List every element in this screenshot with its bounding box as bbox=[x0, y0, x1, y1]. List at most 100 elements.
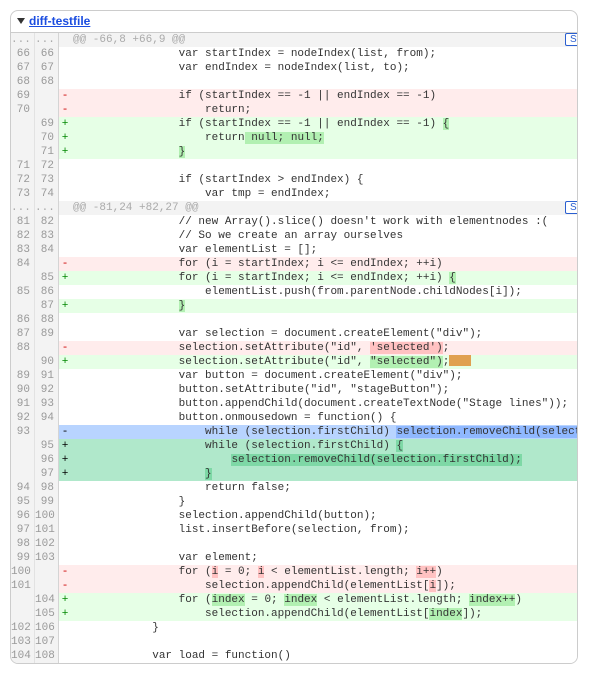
sign bbox=[59, 285, 71, 299]
gutter-old: 92 bbox=[11, 411, 35, 425]
code: } bbox=[71, 467, 577, 481]
diff-line[interactable]: 9193 button.appendChild(document.createT… bbox=[11, 397, 577, 411]
diff-line[interactable]: 102106 } bbox=[11, 621, 577, 635]
diff-scroll[interactable]: ...... @@ -66,8 +66,9 @@StageDiscard6666… bbox=[11, 33, 577, 663]
diff-line[interactable]: 88- selection.setAttribute("id", 'select… bbox=[11, 341, 577, 355]
gutter-old: 68 bbox=[11, 75, 35, 89]
gutter-new: 98 bbox=[35, 481, 59, 495]
gutter-new: 102 bbox=[35, 537, 59, 551]
hunk-header: ...... @@ -66,8 +66,9 @@StageDiscard bbox=[11, 33, 577, 47]
diff-line[interactable]: 104108 var load = function() bbox=[11, 649, 577, 663]
diff-line[interactable]: 103107 bbox=[11, 635, 577, 649]
code: for (index = 0; index < elementList.leng… bbox=[71, 593, 577, 607]
diff-line[interactable]: 96+ selection.removeChild(selection.firs… bbox=[11, 453, 577, 467]
code: var element; bbox=[71, 551, 577, 565]
diff-line[interactable]: 104+ for (index = 0; index < elementList… bbox=[11, 593, 577, 607]
diff-line[interactable]: 105+ selection.appendChild(elementList[i… bbox=[11, 607, 577, 621]
gutter-old bbox=[11, 439, 35, 453]
diff-line[interactable]: 96100 selection.appendChild(button); bbox=[11, 509, 577, 523]
diff-line[interactable]: 6666 var startIndex = nodeIndex(list, fr… bbox=[11, 47, 577, 61]
diff-line[interactable]: 69+ if (startIndex == -1 || endIndex == … bbox=[11, 117, 577, 131]
code bbox=[71, 75, 577, 89]
gutter-old: 95 bbox=[11, 495, 35, 509]
sign: + bbox=[59, 131, 71, 145]
gutter-old bbox=[11, 607, 35, 621]
sign bbox=[59, 33, 71, 47]
diff-line[interactable]: 85+ for (i = startIndex; i <= endIndex; … bbox=[11, 271, 577, 285]
diff-line[interactable]: 8384 var elementList = []; bbox=[11, 243, 577, 257]
sign bbox=[59, 187, 71, 201]
diff-line[interactable]: 93- while (selection.firstChild) selecti… bbox=[11, 425, 577, 439]
code: } bbox=[71, 299, 577, 313]
code bbox=[71, 159, 577, 173]
diff-line[interactable]: 8283 // So we create an array ourselves bbox=[11, 229, 577, 243]
gutter-new: 73 bbox=[35, 173, 59, 187]
gutter-old: 69 bbox=[11, 89, 35, 103]
diff-line[interactable]: 71+ } bbox=[11, 145, 577, 159]
diff-line[interactable]: 98102 bbox=[11, 537, 577, 551]
diff-line[interactable]: 97101 list.insertBefore(selection, from)… bbox=[11, 523, 577, 537]
code: return null; null; bbox=[71, 131, 577, 145]
gutter-old: 66 bbox=[11, 47, 35, 61]
stage-button[interactable]: Stage bbox=[565, 33, 577, 46]
code: selection.appendChild(button); bbox=[71, 509, 577, 523]
diff-line[interactable]: 6767 var endIndex = nodeIndex(list, to); bbox=[11, 61, 577, 75]
diff-line[interactable]: 8789 var selection = document.createElem… bbox=[11, 327, 577, 341]
diff-line[interactable]: 9599 } bbox=[11, 495, 577, 509]
diff-line[interactable]: 97+ } bbox=[11, 467, 577, 481]
code: var selection = document.createElement("… bbox=[71, 327, 577, 341]
diff-line[interactable]: 7172 bbox=[11, 159, 577, 173]
gutter-old: 101 bbox=[11, 579, 35, 593]
file-link[interactable]: diff-testfile bbox=[29, 14, 90, 28]
diff-line[interactable]: 9294 button.onmousedown = function() { bbox=[11, 411, 577, 425]
sign: + bbox=[59, 145, 71, 159]
code: button.setAttribute("id", "stageButton")… bbox=[71, 383, 577, 397]
code: for (i = startIndex; i <= endIndex; ++i)… bbox=[71, 271, 577, 285]
diff-line[interactable]: 100- for (i = 0; i < elementList.length;… bbox=[11, 565, 577, 579]
diff-line[interactable]: 101- selection.appendChild(elementList[i… bbox=[11, 579, 577, 593]
gutter-old: 67 bbox=[11, 61, 35, 75]
diff-line[interactable]: 6868 bbox=[11, 75, 577, 89]
gutter-old: 72 bbox=[11, 173, 35, 187]
sign bbox=[59, 327, 71, 341]
diff-line[interactable]: 9092 button.setAttribute("id", "stageBut… bbox=[11, 383, 577, 397]
gutter-new: 82 bbox=[35, 215, 59, 229]
sign bbox=[59, 313, 71, 327]
diff-line[interactable]: 70+ return null; null; bbox=[11, 131, 577, 145]
gutter-new bbox=[35, 103, 59, 117]
sign bbox=[59, 159, 71, 173]
diff-line[interactable]: 8586 elementList.push(from.parentNode.ch… bbox=[11, 285, 577, 299]
sign bbox=[59, 481, 71, 495]
diff-line[interactable]: 9498 return false; bbox=[11, 481, 577, 495]
diff-line[interactable]: 70- return; bbox=[11, 103, 577, 117]
gutter-new: 95 bbox=[35, 439, 59, 453]
diff-line[interactable]: 90+ selection.setAttribute("id", "select… bbox=[11, 355, 577, 369]
diff-line[interactable]: 69- if (startIndex == -1 || endIndex == … bbox=[11, 89, 577, 103]
diff-line[interactable]: 8182 // new Array().slice() doesn't work… bbox=[11, 215, 577, 229]
sign bbox=[59, 551, 71, 565]
gutter-old: 96 bbox=[11, 509, 35, 523]
gutter-new: 86 bbox=[35, 285, 59, 299]
diff-line[interactable]: 7374 var tmp = endIndex; bbox=[11, 187, 577, 201]
diff-line[interactable]: 7273 if (startIndex > endIndex) { bbox=[11, 173, 577, 187]
diff-line[interactable]: 95+ while (selection.firstChild) { bbox=[11, 439, 577, 453]
sign bbox=[59, 201, 71, 215]
hunk-header: ...... @@ -81,24 +82,27 @@StageDiscard bbox=[11, 201, 577, 215]
collapse-icon[interactable] bbox=[17, 18, 25, 24]
diff-line[interactable]: 99103 var element; bbox=[11, 551, 577, 565]
gutter-old: 81 bbox=[11, 215, 35, 229]
code: var startIndex = nodeIndex(list, from); bbox=[71, 47, 577, 61]
gutter-old bbox=[11, 271, 35, 285]
diff-line[interactable]: 8688 bbox=[11, 313, 577, 327]
diff-line[interactable]: 84- for (i = startIndex; i <= endIndex; … bbox=[11, 257, 577, 271]
gutter-old: 94 bbox=[11, 481, 35, 495]
diff-line[interactable]: 87+ } bbox=[11, 299, 577, 313]
stage-button[interactable]: Stage bbox=[565, 201, 577, 214]
gutter-new: 104 bbox=[35, 593, 59, 607]
file-header[interactable]: diff-testfile bbox=[11, 11, 577, 33]
gutter-new bbox=[35, 579, 59, 593]
sign bbox=[59, 621, 71, 635]
sign: + bbox=[59, 299, 71, 313]
diff-line[interactable]: 8991 var button = document.createElement… bbox=[11, 369, 577, 383]
gutter-old: 103 bbox=[11, 635, 35, 649]
